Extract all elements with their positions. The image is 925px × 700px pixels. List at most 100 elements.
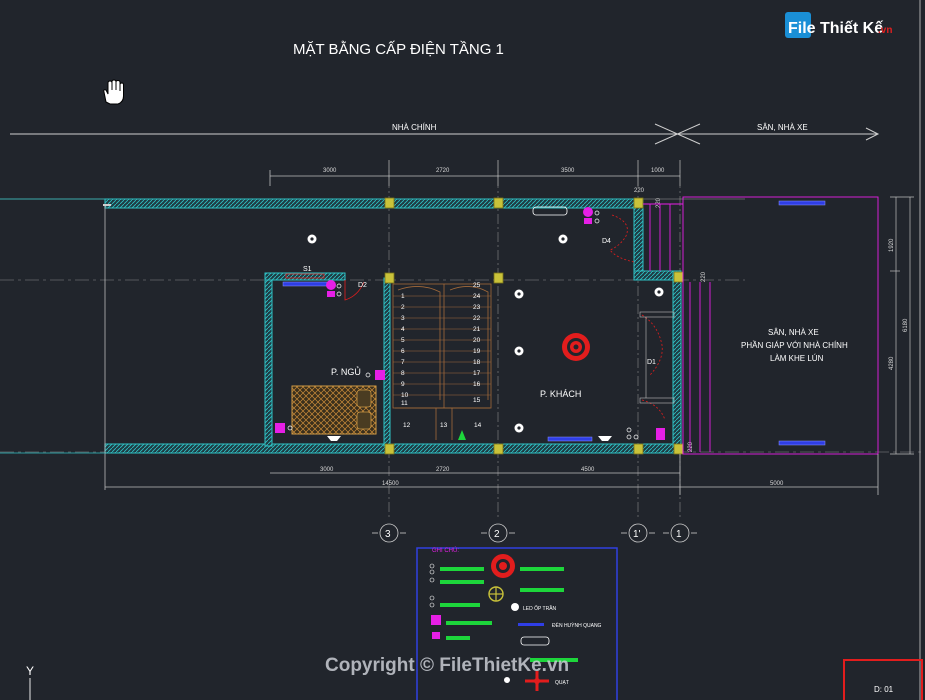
stair-numbers-left: 1 2 3 4 5 6 7 8 9 10 11 xyxy=(401,293,409,407)
wall-bedroom-left xyxy=(264,272,273,447)
dim-yard: 5000 xyxy=(770,481,784,487)
stair-step: 25 xyxy=(473,282,481,289)
stair-step: 3 xyxy=(401,315,405,322)
bed xyxy=(291,385,377,435)
dim-right-1: 1920 xyxy=(889,238,895,252)
site-logo: File Thiết Kế .vn xyxy=(785,12,892,38)
legend-fluorescent-label: ĐÈN HUỲNH QUANG xyxy=(552,622,602,629)
stair-step: 19 xyxy=(473,348,481,355)
stair-step: 21 xyxy=(473,326,481,333)
stair-step: 14 xyxy=(474,422,482,429)
dim-small-3: 220 xyxy=(701,271,707,282)
stair-step: 13 xyxy=(440,422,448,429)
reference-lines xyxy=(0,279,925,453)
copyright-watermark: Copyright © FileThietKe.vn xyxy=(325,655,569,676)
wall-front xyxy=(672,270,682,447)
pillow xyxy=(356,411,372,430)
socket-icon xyxy=(275,423,285,433)
logo-suffix: .vn xyxy=(878,25,892,36)
ceiling-fan-icon xyxy=(562,333,590,361)
sheet-number: D: 01 xyxy=(874,685,894,694)
legend-light-icon xyxy=(488,586,504,602)
stair-step: 11 xyxy=(401,400,408,407)
legend-led-icon xyxy=(511,603,519,611)
axis-label: 2 xyxy=(494,529,500,540)
socket-icon xyxy=(656,428,665,440)
room-living-label: P. KHÁCH xyxy=(540,389,581,399)
dim-top-3: 3500 xyxy=(561,168,575,174)
stair-step: 20 xyxy=(473,337,481,344)
drawing-title: MẶT BẰNG CẤP ĐIỆN TẦNG 1 xyxy=(293,40,504,58)
switch-tag-s1: S1 xyxy=(303,266,312,273)
cad-drawing: File Thiết Kế .vn MẶT BẰNG CẤP ĐIỆN TẦNG… xyxy=(0,0,925,700)
wall-entry-side xyxy=(633,198,644,272)
legend-fan-icon xyxy=(491,554,515,578)
stair-step: 15 xyxy=(473,397,481,404)
dim-total: 14500 xyxy=(382,481,399,487)
dim-right-2: 4280 xyxy=(889,356,895,370)
legend-small-icon xyxy=(504,677,510,683)
dim-right-3: 6180 xyxy=(903,318,909,332)
grid-axis-bubbles xyxy=(372,523,697,543)
switch-icon xyxy=(583,207,593,217)
dim-top-2: 2720 xyxy=(436,168,450,174)
zone-main-label: NHÀ CHÍNH xyxy=(392,123,437,132)
wall-outlet-icon xyxy=(598,436,612,441)
pillow xyxy=(356,389,372,408)
stair-step: 1 xyxy=(401,293,405,300)
stair-step: 17 xyxy=(473,370,481,377)
door-tag-d1: D1 xyxy=(647,359,656,366)
axis-label: 1 xyxy=(676,529,682,540)
yard-note-1: SÂN, NHÀ XE xyxy=(768,328,819,337)
pan-hand-icon[interactable] xyxy=(103,79,124,105)
stair-step: 7 xyxy=(401,359,405,366)
dim-top-4: 1000 xyxy=(651,168,665,174)
logo-text: File Thiết Kế xyxy=(788,20,883,37)
stair-step: 6 xyxy=(401,348,405,355)
dim-bottom-3: 4500 xyxy=(581,467,595,473)
bottom-dimension-chain xyxy=(105,454,879,495)
dim-top-1: 3000 xyxy=(323,168,337,174)
stair-step: 22 xyxy=(473,315,481,322)
socket-icon xyxy=(584,218,592,224)
stair-step: 2 xyxy=(401,304,405,311)
yard-dimension-right xyxy=(890,196,914,455)
legend-socket-icon xyxy=(431,615,441,625)
legend-led-label: LED ỐP TRẦN xyxy=(523,605,557,612)
stair-step: 5 xyxy=(401,337,405,344)
axis-label: 1' xyxy=(633,529,641,540)
zone-dimension-line xyxy=(10,123,880,145)
axis-label: 3 xyxy=(385,529,391,540)
door-tag-d2: D2 xyxy=(358,282,367,289)
dim-bottom-1: 3000 xyxy=(320,467,334,473)
legend-socket-icon xyxy=(432,632,440,639)
door-leaf-panels xyxy=(639,311,675,404)
legend-green-bars xyxy=(440,567,578,662)
door-tag-d4: D4 xyxy=(602,238,611,245)
door-d4 xyxy=(609,214,635,263)
legend-title: GHI CHÚ: xyxy=(432,547,459,554)
yard-note-2: PHẦN GIÁP VỚI NHÀ CHÍNH xyxy=(741,340,848,350)
yard-note-3: LÀM KHE LÚN xyxy=(770,354,824,363)
title-block xyxy=(843,659,923,700)
stair-step: 4 xyxy=(401,326,405,333)
door-d1a xyxy=(641,314,663,376)
stair-step: 8 xyxy=(401,370,405,377)
legend-fan-label: QUẠT xyxy=(555,680,569,686)
dim-small-4: 220 xyxy=(688,441,694,452)
stair-step: 18 xyxy=(473,359,481,366)
stair-light-icon xyxy=(458,430,466,440)
socket-icon xyxy=(375,370,385,380)
dim-bottom-2: 2720 xyxy=(436,467,450,473)
stair-step: 24 xyxy=(473,293,481,300)
stair-step: 23 xyxy=(473,304,481,311)
stair-step: 12 xyxy=(403,422,411,429)
stair-step: 16 xyxy=(473,381,481,388)
wall-outlet-icon xyxy=(327,436,341,441)
ucs-y-label: Y xyxy=(26,664,34,678)
stair-numbers-right: 25 24 23 22 21 20 19 18 17 16 15 xyxy=(473,282,481,404)
socket-icon xyxy=(327,291,335,297)
legend-wall-lamp-icon xyxy=(520,636,550,646)
wall-stair-left xyxy=(383,277,391,447)
dim-small-1: 220 xyxy=(634,188,645,194)
